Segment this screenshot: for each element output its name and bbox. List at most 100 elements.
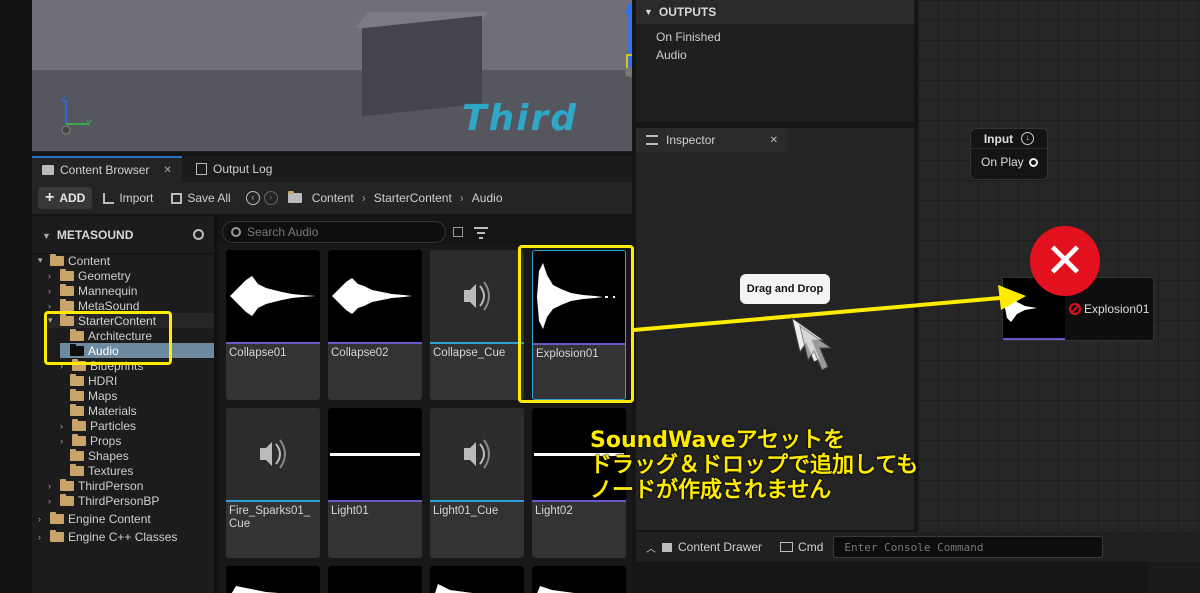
svg-text:Y: Y (86, 118, 92, 128)
content-browser-tabbar: Content Browser ✕ Output Log (32, 156, 632, 182)
annotation-highlight-startercontent (44, 311, 172, 365)
back-arrow-icon[interactable]: ‹ (245, 191, 260, 205)
annotation-caption: SoundWaveアセットを ドラッグ＆ドロップで追加しても ノードが作成されま… (590, 428, 918, 503)
asset-tile-light01-cue[interactable]: Light01_Cue (430, 408, 524, 558)
breadcrumb-chevron-icon: › (459, 191, 464, 205)
asset-tile-collapse01[interactable]: Collapse01 (226, 250, 320, 400)
folder-icon (287, 191, 302, 203)
tree-item-particles[interactable]: › Particles (60, 418, 136, 433)
tree-item-label: Particles (90, 418, 137, 433)
import-button[interactable]: Import (96, 187, 160, 209)
tree-item-mannequin[interactable]: › Mannequin (48, 283, 137, 298)
asset-search-input[interactable]: Search Audio (222, 221, 446, 243)
level-viewport[interactable]: Third Z Y (32, 0, 632, 152)
content-drawer-label: Content Drawer (678, 540, 763, 554)
asset-tile-fire-sparks01-cue[interactable]: Fire_Sparks01_ Cue (226, 408, 320, 558)
asset-tile-partial[interactable] (430, 566, 524, 593)
asset-tile-collapse-cue[interactable]: Collapse_Cue (430, 250, 524, 400)
asset-tile-partial[interactable] (328, 566, 422, 593)
outputs-header[interactable]: ▼ OUTPUTS (636, 0, 914, 24)
input-node[interactable]: Input ↓ On Play (970, 128, 1048, 180)
cue-thumbnail (226, 408, 320, 500)
tab-output-log[interactable]: Output Log (186, 156, 282, 182)
output-on-finished[interactable]: On Finished (636, 28, 914, 46)
tree-item-props[interactable]: › Props (60, 433, 121, 448)
tree-item-label: Geometry (78, 268, 131, 283)
asset-tile-collapse02[interactable]: Collapse02 (328, 250, 422, 400)
asset-name: Light01 (331, 505, 369, 517)
asset-name: Collapse_Cue (433, 347, 506, 359)
add-button[interactable]: + ADD (38, 187, 93, 209)
inspector-title: Inspector (666, 133, 716, 147)
console-placeholder: Enter Console Command (844, 540, 984, 554)
on-play-label: On Play (981, 155, 1024, 169)
folder-icon (60, 268, 74, 281)
tree-item-shapes[interactable]: Shapes (70, 448, 129, 463)
chevron-right-icon: › (48, 480, 51, 491)
forward-arrow-icon[interactable]: › (263, 191, 278, 205)
asset-name: Collapse01 (229, 347, 287, 359)
asset-tile-light01[interactable]: Light01 (328, 408, 422, 558)
search-icon (231, 227, 241, 237)
chevron-right-icon: › (48, 270, 51, 281)
tree-item-hdri[interactable]: HDRI (70, 373, 117, 388)
console-command-input[interactable]: Enter Console Command (833, 536, 1104, 558)
waveform-thumbnail (226, 250, 320, 342)
error-x-icon: ✕ (1030, 226, 1100, 296)
cue-thumbnail (430, 250, 524, 342)
tab-inspector[interactable]: Inspector ✕ (636, 128, 788, 152)
breadcrumb-audio[interactable]: Audio (472, 191, 503, 205)
plus-icon: + (45, 189, 55, 206)
close-icon[interactable]: ✕ (163, 165, 171, 176)
folder-icon (60, 493, 74, 506)
breadcrumb-startercontent[interactable]: StarterContent (374, 191, 452, 205)
cmd-button[interactable]: Cmd (780, 540, 823, 554)
save-search-icon[interactable] (453, 227, 463, 237)
save-all-button[interactable]: Save All (164, 187, 237, 209)
tree-item-engine-cpp-classes[interactable]: › Engine C++ Classes (38, 529, 177, 544)
folder-icon (70, 373, 84, 386)
tree-item-textures[interactable]: Textures (70, 463, 133, 478)
viewport-wall (32, 0, 632, 70)
waveform-thumbnail (328, 408, 422, 500)
filter-icon[interactable] (474, 226, 490, 240)
content-drawer-icon (662, 542, 672, 552)
waveform-icon (230, 276, 316, 316)
details-panel-edge (1148, 560, 1200, 593)
save-all-button-label: Save All (187, 191, 231, 205)
folder-open-icon (50, 253, 64, 266)
search-icon[interactable] (193, 229, 204, 240)
transform-gizmo-icon[interactable] (592, 0, 632, 90)
tree-item-maps[interactable]: Maps (70, 388, 117, 403)
tree-item-materials[interactable]: Materials (70, 403, 137, 418)
drag-drop-tooltip: Drag and Drop (740, 274, 830, 304)
content-drawer-button[interactable]: ︿ Content Drawer (646, 540, 762, 555)
tab-content-browser[interactable]: Content Browser ✕ (32, 156, 182, 182)
on-play-pin[interactable]: On Play (971, 149, 1047, 169)
input-node-header: Input ↓ (971, 129, 1047, 149)
cmd-label: Cmd (798, 540, 824, 554)
asset-tile-partial[interactable] (532, 566, 626, 593)
svg-text:Z: Z (61, 96, 67, 104)
tree-item-content[interactable]: ▾ Content (38, 253, 110, 268)
chevron-down-icon: ▼ (644, 7, 653, 17)
breadcrumb-content[interactable]: Content (312, 191, 354, 205)
folder-icon (70, 403, 84, 416)
asset-tile-partial[interactable] (226, 566, 320, 593)
tree-item-geometry[interactable]: › Geometry (48, 268, 131, 283)
tree-header[interactable]: ▼ METASOUND (32, 216, 214, 254)
folder-tree-panel: ▼ METASOUND ▾ Content › Geometry › Mannequin… (32, 216, 214, 593)
tree-item-engine-content[interactable]: › Engine Content (38, 511, 151, 526)
input-node-title: Input (983, 131, 1014, 146)
asset-name: Collapse02 (331, 347, 389, 359)
arrow-down-circle-icon: ↓ (1021, 132, 1035, 145)
left-toolbar-strip (0, 0, 32, 593)
tree-item-thirdperson[interactable]: › ThirdPerson (48, 478, 143, 493)
folder-icon (72, 433, 86, 446)
close-icon[interactable]: ✕ (770, 135, 778, 146)
outputs-panel: ▼ OUTPUTS On Finished Audio (636, 0, 914, 122)
output-audio[interactable]: Audio (636, 46, 914, 64)
tree-item-thirdpersonbp[interactable]: › ThirdPersonBP (48, 493, 159, 508)
tree-item-label: Maps (88, 388, 118, 403)
waveform-thumbnail (532, 566, 626, 593)
